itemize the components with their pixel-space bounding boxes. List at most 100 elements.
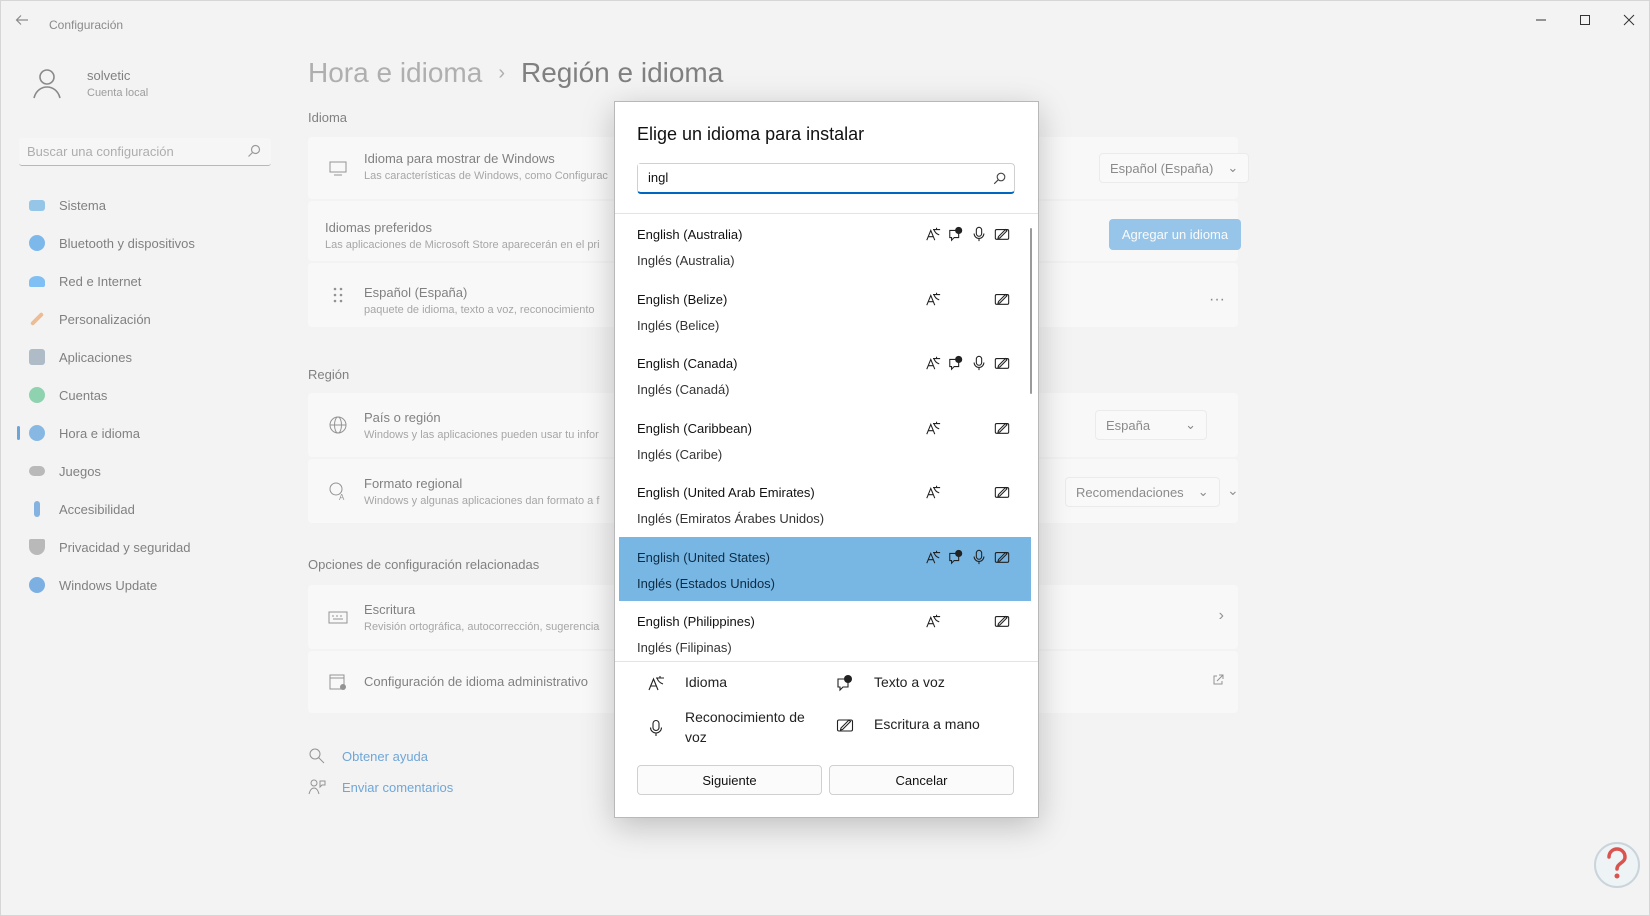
legend-language-label: Idioma (685, 674, 728, 690)
sidebar-item-label: Juegos (59, 463, 101, 479)
globe-clock-icon (29, 425, 45, 441)
admin-language-icon (328, 672, 348, 692)
search-icon (993, 172, 1006, 185)
language-name: English (Caribbean) (637, 420, 752, 436)
display-language-dropdown[interactable]: Español (España) ⌄ (1099, 153, 1250, 183)
page-title: Región e idioma (520, 57, 724, 88)
language-list-item[interactable]: English (Caribbean) Inglés (Caribe) (619, 408, 1031, 473)
microphone-icon (647, 719, 665, 737)
sidebar-item-red[interactable]: Red e Internet (17, 262, 277, 300)
wifi-icon (29, 275, 45, 287)
text-to-speech-icon (948, 226, 966, 244)
microphone-icon (971, 355, 989, 373)
settings-search-input[interactable] (19, 138, 239, 164)
language-list-item[interactable]: English (Philippines) Inglés (Filipinas) (619, 601, 1031, 661)
more-options-icon[interactable]: ··· (1209, 291, 1225, 309)
language-list-item[interactable]: English (United States) Inglés (Estados U… (619, 536, 1031, 601)
regional-format-title: Formato regional (364, 476, 463, 491)
language-list-item[interactable]: English (Belize) Inglés (Belice) (619, 279, 1031, 344)
sidebar-item-privacidad[interactable]: Privacidad y seguridad (17, 528, 277, 566)
language-pack-icon (925, 613, 943, 631)
close-icon[interactable] (1609, 7, 1649, 33)
watermark-logo (1593, 841, 1641, 893)
language-name: English (Canada) (637, 356, 738, 371)
country-value: España (1106, 417, 1151, 433)
language-search[interactable] (637, 163, 1015, 194)
external-link-icon (1212, 673, 1224, 691)
account-type: Cuenta local (87, 86, 149, 99)
settings-search[interactable] (19, 138, 271, 166)
language-list-item[interactable]: English (Australia) Inglés (Australia) (619, 214, 1031, 279)
dialog-title: Elige un idioma para instalar (637, 124, 865, 144)
minimize-icon[interactable] (1521, 7, 1561, 33)
text-to-speech-icon (948, 355, 966, 373)
language-name: English (United States) (637, 549, 770, 565)
user-name: solvetic (87, 67, 131, 83)
country-dropdown[interactable]: España ⌄ (1095, 410, 1207, 440)
maximize-icon[interactable] (1565, 7, 1605, 33)
cancel-button[interactable]: Cancelar (829, 765, 1014, 795)
monitor-icon (328, 158, 348, 178)
title-bar: Configuración (1, 1, 1649, 47)
add-language-button[interactable]: Agregar un idioma (1109, 219, 1241, 250)
sidebar-item-windows-update[interactable]: Windows Update (17, 566, 277, 604)
legend-handwriting: Escritura a mano (836, 716, 980, 734)
language-localized-name: Inglés (Belice) (637, 317, 720, 333)
sidebar-item-accesibilidad[interactable]: Accesibilidad (17, 490, 277, 528)
app-title: Configuración (49, 18, 124, 32)
language-localized-name: Inglés (Emiratos Árabes Unidos) (637, 511, 825, 526)
help-link[interactable]: Obtener ayuda (308, 747, 428, 765)
language-localized-name: Inglés (Canadá) (637, 382, 730, 397)
regional-format-value: Recomendaciones (1076, 484, 1184, 500)
display-language-value: Español (España) (1110, 160, 1214, 176)
person-icon (29, 387, 45, 403)
feedback-link[interactable]: Enviar comentarios (308, 778, 453, 796)
brush-icon (29, 311, 45, 327)
breadcrumb-parent[interactable]: Hora e idioma (308, 57, 482, 89)
drag-handle-icon[interactable] (328, 285, 348, 305)
sidebar-item-label: Personalización (59, 311, 151, 327)
language-list-item[interactable]: English (Canada) Inglés (Canadá) (619, 343, 1031, 408)
sidebar-item-label: Accesibilidad (59, 501, 135, 517)
update-icon (29, 577, 45, 593)
gamepad-icon (29, 466, 45, 476)
sidebar-item-sistema[interactable]: Sistema (17, 186, 277, 224)
install-language-dialog: Elige un idioma para instalar English (A… (614, 101, 1039, 818)
feedback-link-label: Enviar comentarios (342, 779, 454, 795)
language-search-input[interactable] (638, 164, 978, 191)
chevron-down-icon: ⌄ (1227, 160, 1239, 175)
sidebar-item-hora-idioma[interactable]: Hora e idioma (17, 414, 277, 452)
regional-format-dropdown[interactable]: Recomendaciones ⌄ (1065, 477, 1220, 507)
apps-icon (29, 349, 45, 365)
section-region: Región (308, 367, 350, 382)
legend-tts-label: Texto a voz (874, 674, 945, 690)
scrollbar[interactable] (1030, 228, 1032, 394)
language-localized-name: Inglés (Estados Unidos) (637, 575, 776, 591)
sidebar-item-aplicaciones[interactable]: Aplicaciones (17, 338, 277, 376)
handwriting-icon (994, 420, 1012, 438)
back-arrow-icon[interactable] (15, 13, 37, 35)
sidebar-item-cuentas[interactable]: Cuentas (17, 376, 277, 414)
accessibility-icon (34, 501, 40, 517)
admin-language-title: Configuración de idioma administrativo (364, 674, 589, 689)
svg-text:A: A (339, 493, 345, 501)
language-list: English (Australia) Inglés (Australia) Eng… (619, 214, 1031, 661)
user-profile[interactable]: solvetic Cuenta local (29, 65, 148, 101)
language-pack-icon (925, 355, 943, 373)
sidebar-item-bluetooth[interactable]: Bluetooth y dispositivos (17, 224, 277, 262)
language-localized-name: Inglés (Australia) (637, 253, 735, 268)
expand-chevron-icon[interactable]: ⌄ (1227, 482, 1239, 499)
sidebar-item-label: Aplicaciones (59, 349, 132, 365)
sidebar-item-juegos[interactable]: Juegos (17, 452, 277, 490)
settings-window: Configuración solvetic Cuenta local Busc… (0, 0, 1650, 916)
next-button[interactable]: Siguiente (637, 765, 822, 795)
section-related: Opciones de configuración relacionadas (308, 557, 540, 572)
language-pack-icon (925, 549, 943, 567)
handwriting-icon (994, 613, 1012, 631)
sidebar-item-label: Red e Internet (59, 273, 142, 289)
sidebar-item-personalizacion[interactable]: Personalización (17, 300, 277, 338)
text-to-speech-icon (948, 549, 966, 567)
chevron-right-icon: › (1218, 607, 1224, 624)
language-list-item[interactable]: English (United Arab Emirates) Inglés (Em… (619, 472, 1031, 537)
display-language-title: Idioma para mostrar de Windows (364, 151, 555, 166)
